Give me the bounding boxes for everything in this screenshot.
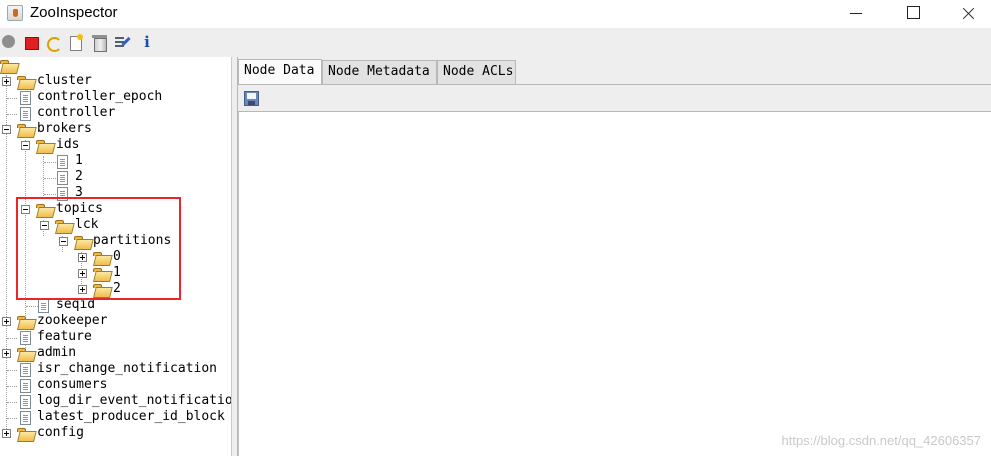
close-button[interactable] — [945, 0, 991, 28]
minimize-button[interactable] — [833, 0, 879, 28]
window-title: ZooInspector — [30, 4, 118, 21]
folder-icon — [17, 348, 33, 360]
trash-icon[interactable] — [91, 34, 107, 52]
file-icon — [57, 171, 68, 185]
tab-strip: Node Data Node Metadata Node ACLs — [238, 57, 991, 85]
expand-icon[interactable] — [2, 317, 11, 326]
stop-square-icon[interactable] — [23, 34, 39, 50]
floppy-save-icon[interactable] — [244, 91, 259, 106]
tree-connector — [44, 162, 56, 163]
tab-node-metadata[interactable]: Node Metadata — [322, 60, 437, 84]
file-icon — [20, 379, 31, 393]
new-node-icon[interactable] — [68, 34, 84, 51]
info-icon[interactable]: i — [139, 34, 155, 50]
file-icon — [57, 155, 68, 169]
watermark: https://blog.csdn.net/qq_42606357 — [781, 433, 982, 448]
connect-circle-icon[interactable] — [1, 34, 17, 50]
expand-icon[interactable] — [2, 77, 11, 86]
tree-connector — [26, 306, 38, 307]
tree-node-label: brokers — [37, 121, 92, 136]
tab-node-acls[interactable]: Node ACLs — [437, 60, 516, 84]
java-coffee-cup-icon — [7, 5, 23, 21]
tree-connector — [44, 194, 56, 195]
folder-icon — [17, 76, 33, 88]
title-bar: ZooInspector — [0, 0, 991, 28]
maximize-button[interactable] — [889, 0, 935, 28]
collapse-icon[interactable] — [2, 125, 11, 134]
folder-open-icon — [36, 140, 52, 152]
tree-connector — [7, 386, 17, 387]
file-icon — [20, 395, 31, 409]
tree-node-label: config — [37, 425, 84, 440]
tree-node-label: controller — [37, 105, 116, 120]
tree-node-label: cluster — [37, 73, 92, 88]
folder-open-icon — [17, 124, 33, 136]
node-viewer-panel: Node Data Node Metadata Node ACLs https:… — [238, 57, 991, 456]
tree-connector — [7, 98, 17, 99]
tree-node-label: zookeeper — [37, 313, 108, 328]
expand-icon[interactable] — [2, 429, 11, 438]
collapse-icon[interactable] — [21, 141, 30, 150]
edit-list-icon[interactable] — [114, 34, 130, 50]
tree-node-label: ids — [56, 137, 80, 152]
tree-node-label: 1 — [75, 153, 83, 168]
tree-connector — [7, 114, 17, 115]
tree-node-label: isr_change_notification — [37, 361, 218, 376]
folder-open-icon — [0, 60, 16, 72]
expand-icon[interactable] — [2, 349, 11, 358]
file-icon — [38, 299, 49, 313]
tree-node-label: controller_epoch — [37, 89, 163, 104]
main-toolbar: i — [0, 28, 991, 57]
folder-icon — [17, 428, 33, 440]
tree-node-label: feature — [37, 329, 92, 344]
file-icon — [20, 331, 31, 345]
node-data-content: https://blog.csdn.net/qq_42606357 — [238, 84, 991, 456]
file-icon — [20, 363, 31, 377]
file-icon — [20, 107, 31, 121]
node-data-toolbar — [238, 85, 991, 112]
tree-node-label: log_dir_event_notification — [37, 393, 232, 408]
tree-node-label: admin — [37, 345, 77, 360]
highlight-box — [16, 197, 181, 300]
refresh-arrows-icon[interactable] — [45, 34, 62, 52]
tab-node-data[interactable]: Node Data — [238, 59, 322, 85]
folder-icon — [17, 316, 33, 328]
node-data-editor[interactable] — [238, 112, 991, 456]
tree-connector — [7, 418, 17, 419]
tree-connector — [7, 402, 17, 403]
tree-connector — [7, 338, 17, 339]
tree-connector — [44, 178, 56, 179]
file-icon — [20, 91, 31, 105]
tree-connector — [7, 370, 17, 371]
file-icon — [20, 411, 31, 425]
tree-node-label: 2 — [75, 169, 83, 184]
tree-node-label: consumers — [37, 377, 108, 392]
tree-node-label: latest_producer_id_block — [37, 409, 225, 424]
